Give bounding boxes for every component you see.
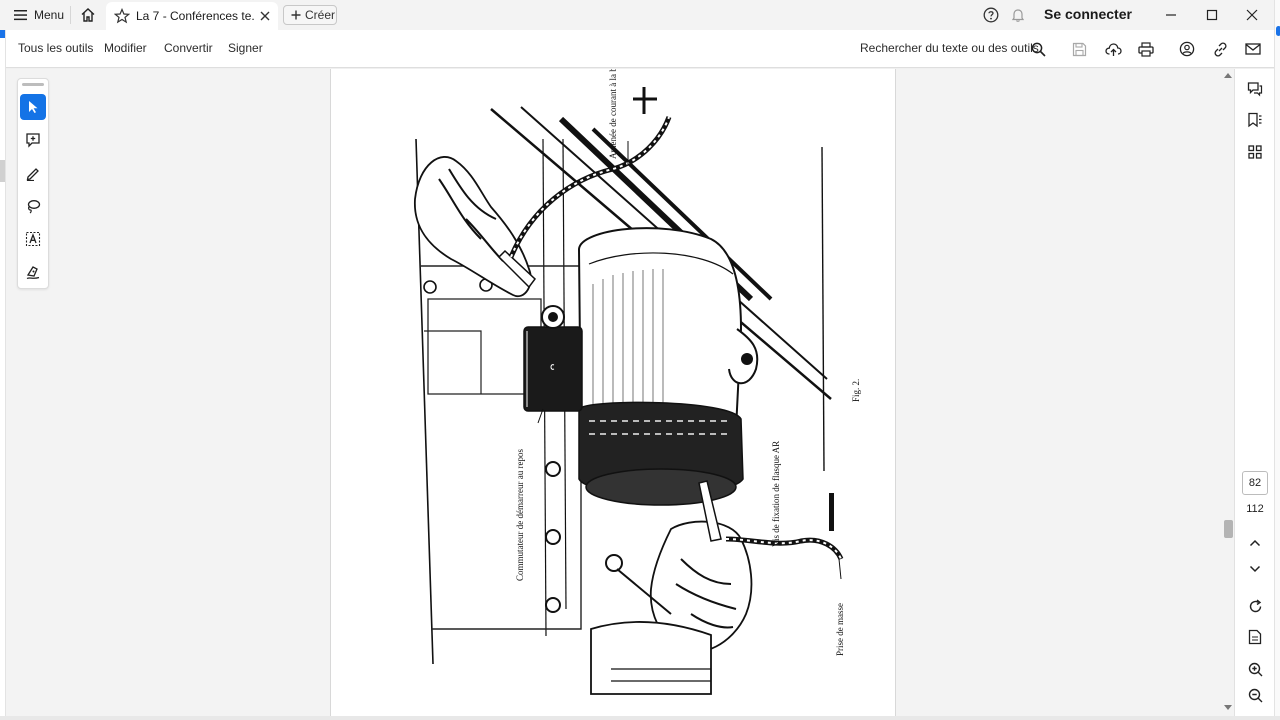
previous-page-button[interactable]: [1244, 532, 1266, 554]
chevron-down-icon: [1249, 565, 1261, 573]
close-icon: [260, 11, 270, 21]
home-icon: [81, 8, 95, 22]
document-tab[interactable]: La 7 - Conférences te...: [106, 2, 278, 30]
star-icon[interactable]: [114, 8, 130, 24]
email-button[interactable]: [1244, 40, 1262, 58]
page-fit-button[interactable]: [1244, 626, 1266, 648]
bell-icon[interactable]: [1010, 7, 1026, 23]
scroll-up-icon[interactable]: [1224, 72, 1232, 78]
comment-tool[interactable]: [20, 127, 46, 153]
panel-grip[interactable]: [22, 83, 44, 86]
main-toolbar: Tous les outils Modifier Convertir Signe…: [6, 30, 1280, 68]
gray-strip: [0, 160, 5, 182]
sign-tool[interactable]: [20, 259, 46, 285]
caption-figure-number: Fig. 2.: [851, 379, 861, 402]
search-icon: [1031, 42, 1046, 57]
maximize-icon: [1206, 9, 1218, 21]
plus-icon: [291, 10, 301, 20]
search-button[interactable]: [1029, 40, 1047, 58]
grid-icon: [1248, 145, 1262, 159]
quick-tools-panel: [17, 78, 49, 289]
rotate-button[interactable]: [1244, 595, 1266, 617]
draw-tool[interactable]: [20, 160, 46, 186]
text-box-icon: [25, 231, 41, 247]
select-tool[interactable]: [20, 94, 46, 120]
copy-link-button[interactable]: [1211, 40, 1229, 58]
zoom-in-icon: [1248, 662, 1262, 676]
caption-starter-switch: Commutateur de démarreur au repos: [515, 449, 525, 581]
menu-label: Menu: [34, 8, 65, 22]
home-button[interactable]: [78, 5, 98, 25]
next-page-button[interactable]: [1244, 558, 1266, 580]
scroll-down-icon[interactable]: [1224, 705, 1232, 711]
upload-button[interactable]: [1104, 40, 1122, 58]
comments-icon: [1247, 82, 1263, 97]
caption-current-lead: Amenée de courant à la borne du démarreu…: [608, 69, 618, 159]
all-tools-menu[interactable]: Tous les outils: [18, 41, 93, 55]
scroll-thumb[interactable]: [1224, 520, 1233, 538]
vertical-scrollbar[interactable]: [1222, 69, 1234, 716]
zoom-in-button[interactable]: [1244, 658, 1266, 680]
chevron-up-icon: [1249, 539, 1261, 547]
save-button[interactable]: [1070, 40, 1088, 58]
cloud-upload-icon: [1104, 42, 1122, 56]
tab-title: La 7 - Conférences te...: [136, 9, 254, 23]
bookmark-icon: [1248, 112, 1262, 128]
page-total: 112: [1246, 503, 1264, 515]
starter-motor-illustration: Amenée de courant à la borne du démarreu…: [414, 69, 861, 695]
print-icon: [1138, 41, 1154, 57]
sign-icon: [26, 266, 40, 280]
select-icon: [29, 101, 38, 113]
share-user-button[interactable]: [1178, 40, 1196, 58]
comments-panel-button[interactable]: [1244, 78, 1266, 100]
tab-close-button[interactable]: [258, 9, 272, 23]
sign-menu[interactable]: Signer: [228, 41, 263, 55]
minimize-icon: [1166, 14, 1176, 16]
right-rail: 82 112: [1234, 69, 1274, 720]
convert-menu[interactable]: Convertir: [164, 41, 213, 55]
print-button[interactable]: [1137, 40, 1155, 58]
edit-menu[interactable]: Modifier: [104, 41, 147, 55]
help-icon[interactable]: [983, 7, 999, 23]
hamburger-icon: [14, 10, 27, 21]
thumbnails-panel-button[interactable]: [1244, 141, 1266, 163]
zoom-out-icon: [1248, 688, 1262, 702]
close-window-button[interactable]: [1241, 4, 1263, 26]
create-button[interactable]: Créer: [283, 5, 337, 25]
pen-icon: [26, 168, 39, 181]
lasso-icon: [27, 200, 41, 214]
pdf-page: Amenée de courant à la borne du démarreu…: [330, 69, 896, 716]
text-box-tool[interactable]: [20, 226, 46, 252]
lasso-tool[interactable]: [20, 193, 46, 219]
caption-ground-point: Prise de masse: [835, 603, 845, 656]
user-plus-icon: [1179, 41, 1195, 57]
bottom-edge: [0, 716, 1280, 720]
maximize-button[interactable]: [1201, 4, 1223, 26]
title-bar: Menu La 7 - Conférences te... Créer Se c…: [0, 0, 1280, 30]
create-label: Créer: [305, 8, 336, 22]
link-icon: [1213, 41, 1227, 57]
mail-icon: [1245, 43, 1261, 55]
caption-fixing-screw: Vis de fixation de flasque AR: [771, 441, 781, 547]
bookmarks-panel-button[interactable]: [1244, 109, 1266, 131]
divider: [70, 6, 71, 24]
minimize-button[interactable]: [1160, 4, 1182, 26]
sign-in-link[interactable]: Se connecter: [1044, 6, 1132, 22]
menu-button[interactable]: Menu: [14, 4, 64, 26]
zoom-out-button[interactable]: [1244, 684, 1266, 706]
document-fit-icon: [1248, 629, 1262, 645]
close-icon: [1246, 9, 1258, 21]
rotate-icon: [1249, 598, 1261, 612]
page-number-input[interactable]: 82: [1242, 471, 1268, 495]
save-icon: [1072, 42, 1086, 56]
comment-icon: [26, 133, 40, 148]
window-right-edge: [1274, 0, 1280, 720]
edge-mark: [1276, 26, 1280, 36]
search-tools-label[interactable]: Rechercher du texte ou des outils: [860, 41, 1039, 55]
